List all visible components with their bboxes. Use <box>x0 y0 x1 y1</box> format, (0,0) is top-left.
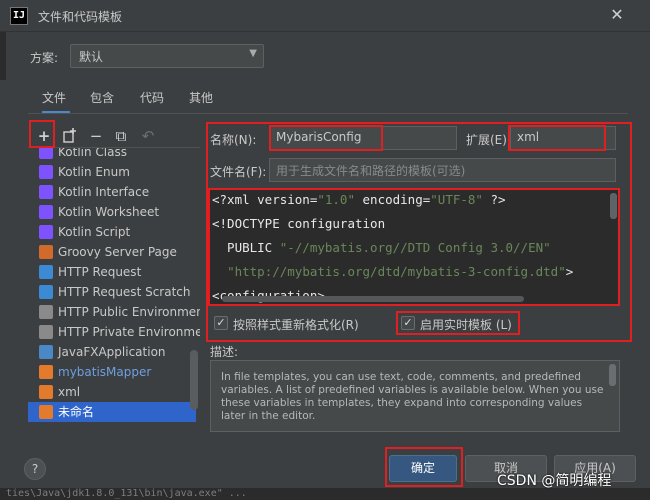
template-list-item[interactable]: Kotlin Class <box>28 147 196 162</box>
reformat-label: 按照样式重新格式化(R) <box>233 318 359 332</box>
editor-vertical-scrollbar[interactable] <box>610 193 617 219</box>
intellij-app-icon: IJ <box>10 7 28 25</box>
tab-includes[interactable]: 包含 <box>90 88 118 114</box>
template-list-item-label: HTTP Request Scratch <box>58 285 191 299</box>
extension-label: 扩展(E): <box>466 133 511 147</box>
template-list-item[interactable]: HTTP Private Environment <box>28 322 200 342</box>
file-type-icon <box>39 365 53 379</box>
remove-template-icon[interactable]: − <box>87 127 105 145</box>
file-type-icon <box>39 325 53 339</box>
template-list-item-label: Kotlin Enum <box>58 165 130 179</box>
template-list-item[interactable]: Kotlin Interface <box>28 182 196 202</box>
template-list-item-label: Kotlin Class <box>58 147 127 159</box>
description-scrollbar[interactable] <box>609 364 616 386</box>
template-list-item-label: xml <box>58 385 81 399</box>
editor-horizontal-scrollbar[interactable] <box>222 296 524 302</box>
scheme-select[interactable]: 默认 ▼ <box>70 44 264 68</box>
file-type-icon <box>39 245 53 259</box>
chevron-down-icon: ▼ <box>249 48 257 59</box>
template-list-scrollbar[interactable] <box>190 350 198 410</box>
template-list-item[interactable]: 未命名 <box>28 402 196 422</box>
template-list-item[interactable]: Groovy Server Page <box>28 242 196 262</box>
template-list-item[interactable]: Kotlin Worksheet <box>28 202 196 222</box>
template-list-item[interactable]: HTTP Request <box>28 262 196 282</box>
tab-code[interactable]: 代码 <box>140 88 168 114</box>
tab-other[interactable]: 其他 <box>189 88 217 114</box>
live-template-label: 启用实时模板 (L) <box>420 318 512 332</box>
extension-input[interactable]: xml <box>510 126 616 150</box>
reset-template-icon[interactable]: ↶ <box>139 127 157 145</box>
template-list-item-label: mybatisMapper <box>58 365 152 379</box>
add-template-icon[interactable]: + <box>35 127 53 145</box>
template-list-item-label: 未命名 <box>58 405 95 419</box>
code-line: <?xml version="1.0" encoding="UTF-8" ?> <box>212 192 506 207</box>
dialog-title-bar: IJ 文件和代码模板 ✕ <box>0 0 650 32</box>
description-label: 描述: <box>210 345 239 359</box>
file-type-icon <box>39 385 53 399</box>
watermark: CSDN @简明编程 <box>497 473 612 489</box>
file-name-label: 文件名(F): <box>210 165 267 179</box>
file-type-icon <box>39 405 53 419</box>
file-type-icon <box>39 285 53 299</box>
template-list-item[interactable]: HTTP Public Environment <box>28 302 200 322</box>
template-list-item[interactable]: mybatisMapper <box>28 362 196 382</box>
tab-files[interactable]: 文件 <box>42 88 70 114</box>
help-button[interactable]: ? <box>24 458 46 480</box>
name-label: 名称(N): <box>210 133 257 147</box>
live-template-checkbox[interactable]: ✓ <box>401 316 415 330</box>
file-type-icon <box>39 148 53 159</box>
close-icon[interactable]: ✕ <box>606 4 628 26</box>
file-type-icon <box>39 225 53 239</box>
template-list-item-label: JavaFXApplication <box>58 345 166 359</box>
template-list-item[interactable]: Kotlin Script <box>28 222 196 242</box>
template-code-editor[interactable]: <?xml version="1.0" encoding="UTF-8" ?> <… <box>208 188 620 306</box>
file-type-icon <box>39 165 53 179</box>
dialog-title: 文件和代码模板 <box>38 10 123 24</box>
code-line: <!DOCTYPE configuration <box>212 216 386 231</box>
file-type-icon <box>39 305 53 319</box>
file-type-icon <box>39 345 53 359</box>
template-list-item-label: Groovy Server Page <box>58 245 177 259</box>
template-list-item[interactable]: HTTP Request Scratch <box>28 282 196 302</box>
ok-button[interactable]: 确定 <box>389 455 457 482</box>
template-list-item[interactable]: xml <box>28 382 196 402</box>
reformat-checkbox[interactable]: ✓ <box>214 316 228 330</box>
template-name-input[interactable]: MybarisConfig <box>269 126 457 150</box>
template-list-item-label: HTTP Private Environment <box>58 325 200 339</box>
file-name-input[interactable]: 用于生成文件名和路径的模板(可选) <box>269 158 616 182</box>
file-type-icon <box>39 265 53 279</box>
scheme-label: 方案: <box>30 51 59 65</box>
scheme-value: 默认 <box>79 50 104 64</box>
template-list: Kotlin Class Kotlin Enum Kotlin Interface K… <box>28 147 200 437</box>
template-list-item-label: Kotlin Script <box>58 225 131 239</box>
template-list-item[interactable]: JavaFXApplication <box>28 342 196 362</box>
description-text: In file templates, you can use text, cod… <box>210 360 620 432</box>
copy-template-icon[interactable]: ⧉ <box>112 127 130 145</box>
code-line: PUBLIC "-//mybatis.org//DTD Config 3.0//… <box>212 240 551 255</box>
file-type-icon <box>39 205 53 219</box>
template-list-item[interactable]: Kotlin Enum <box>28 162 196 182</box>
tabs-divider <box>28 113 628 114</box>
template-list-item-label: HTTP Request <box>58 265 142 279</box>
code-line: "http://mybatis.org/dtd/mybatis-3-config… <box>227 264 574 279</box>
template-list-item-label: Kotlin Worksheet <box>58 205 160 219</box>
file-type-icon <box>39 185 53 199</box>
create-child-template-icon[interactable] <box>61 127 79 145</box>
template-list-item-label: HTTP Public Environment <box>58 305 200 319</box>
template-list-item-label: Kotlin Interface <box>58 185 150 199</box>
